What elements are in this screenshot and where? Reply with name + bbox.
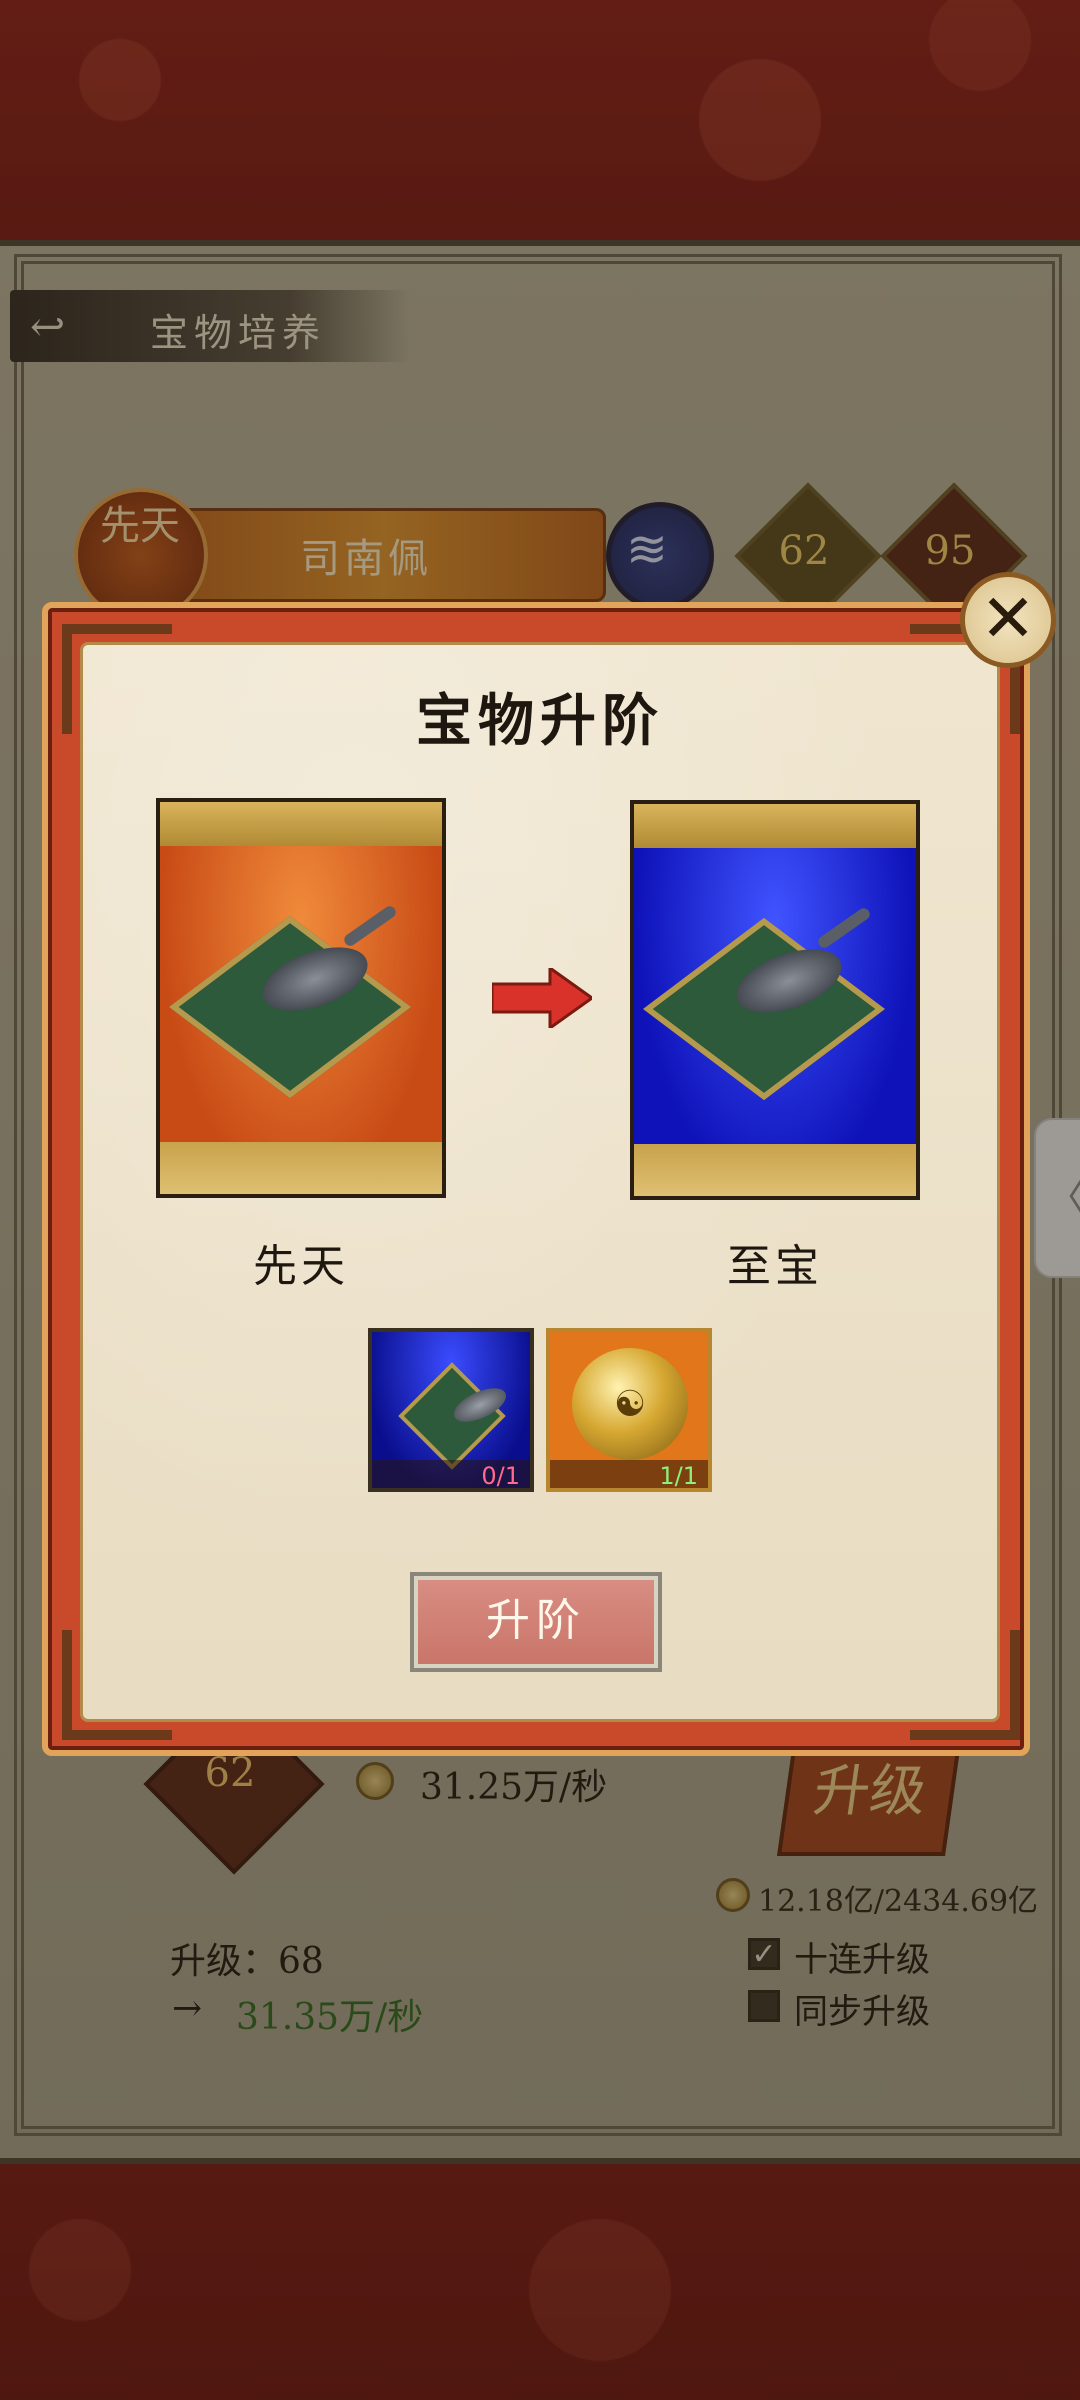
current-treasure-card	[156, 798, 446, 1198]
card-top-trim	[160, 802, 442, 846]
close-button[interactable]: ✕	[960, 572, 1056, 668]
material-slot-treasure[interactable]: 0/1	[368, 1328, 534, 1492]
ascend-button[interactable]: 升阶	[410, 1572, 662, 1672]
material-count: 0/1	[372, 1460, 530, 1488]
target-treasure-card	[630, 800, 920, 1200]
card-top-trim	[634, 804, 916, 848]
spoon-handle	[815, 905, 873, 951]
current-grade-label: 先天	[253, 1241, 349, 1292]
corner-ornament	[62, 624, 172, 734]
material-slot-gold-orb[interactable]: ☯ 1/1	[546, 1328, 712, 1492]
card-bottom-trim	[160, 1142, 442, 1194]
card-bottom-trim	[634, 1144, 916, 1196]
arrow-right-icon	[492, 968, 592, 1028]
corner-ornament	[62, 1630, 172, 1740]
dragon-face-icon: ☯	[613, 1384, 647, 1425]
corner-ornament	[910, 1630, 1020, 1740]
modal-title: 宝物升阶	[416, 688, 664, 754]
target-grade-label: 至宝	[727, 1241, 823, 1292]
spoon-handle	[341, 903, 399, 949]
material-count: 1/1	[550, 1460, 708, 1488]
compass-plate-icon	[398, 1362, 506, 1470]
